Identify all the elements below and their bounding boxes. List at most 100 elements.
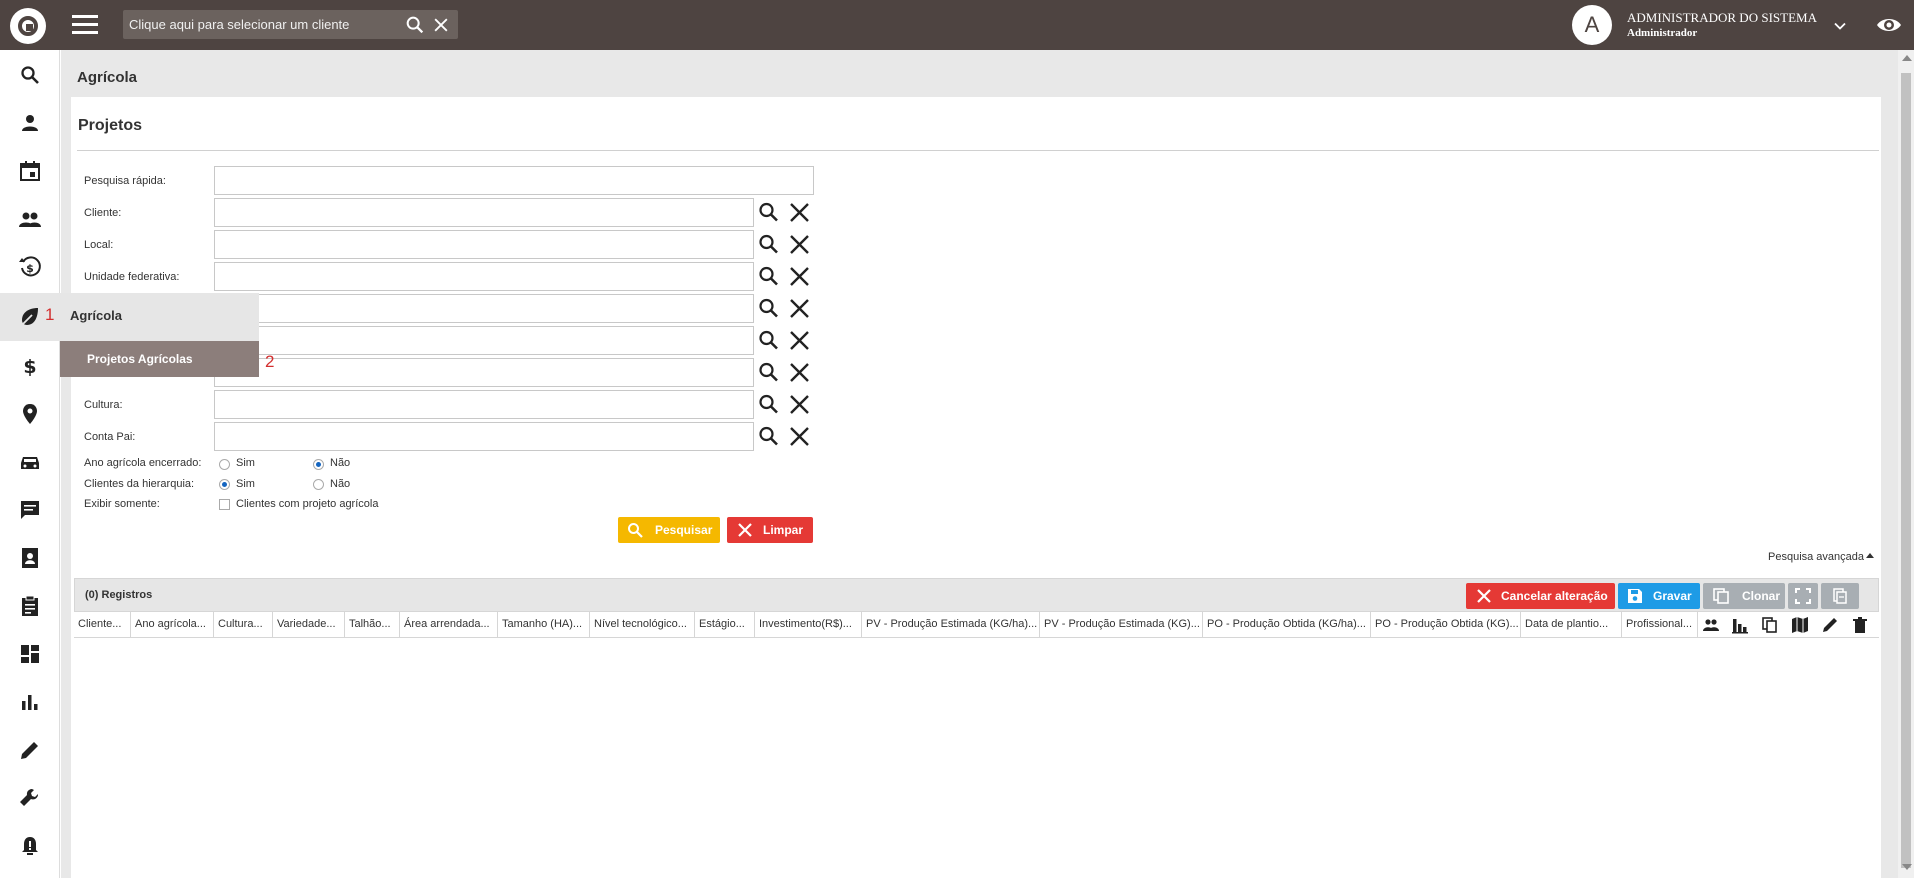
- close-icon: [790, 267, 809, 286]
- hierarquia-sim-radio[interactable]: [219, 479, 230, 490]
- history-dollar-icon[interactable]: $: [18, 255, 42, 279]
- conta-pai-input[interactable]: [214, 422, 754, 451]
- caret-up-icon[interactable]: [1866, 553, 1874, 558]
- column-header[interactable]: Investimento(R$)...: [755, 612, 862, 638]
- hierarquia-nao-radio[interactable]: [313, 479, 324, 490]
- pesquisar-button[interactable]: Pesquisar: [618, 517, 720, 543]
- uf-clear-button[interactable]: [785, 262, 814, 291]
- close-icon: [790, 203, 809, 222]
- local-input[interactable]: [214, 230, 754, 259]
- column-header[interactable]: Profissional...: [1622, 612, 1698, 638]
- bar-chart-icon[interactable]: [1731, 616, 1749, 634]
- column-header[interactable]: PV - Produção Estimada (KG)...: [1040, 612, 1203, 638]
- uf-search-button[interactable]: [754, 262, 783, 291]
- column-header[interactable]: PO - Produção Obtida (KG)...: [1371, 612, 1521, 638]
- avatar[interactable]: A: [1572, 5, 1612, 45]
- conta-pai-label: Conta Pai:: [84, 431, 136, 443]
- limpar-button[interactable]: Limpar: [727, 517, 813, 543]
- dollar-icon[interactable]: $: [18, 354, 42, 378]
- column-header[interactable]: PV - Produção Estimada (KG/ha)...: [862, 612, 1040, 638]
- hamburger-menu-icon[interactable]: [72, 15, 98, 35]
- uf-input[interactable]: [214, 262, 754, 291]
- top-bar: Clique aqui para selecionar um cliente A…: [0, 0, 1914, 50]
- cliente-input[interactable]: [214, 198, 754, 227]
- cultura-clear-button[interactable]: [785, 390, 814, 419]
- person-icon[interactable]: [18, 111, 42, 135]
- bar-chart-icon[interactable]: [18, 690, 42, 714]
- cliente-clear-button[interactable]: [785, 198, 814, 227]
- scrollbar-thumb[interactable]: [1901, 73, 1911, 868]
- ano-agricola-input[interactable]: [214, 358, 754, 387]
- field-5-search-button[interactable]: [754, 326, 783, 355]
- column-header[interactable]: PO - Produção Obtida (KG/ha)...: [1203, 612, 1371, 638]
- clientes-projeto-checkbox[interactable]: [219, 499, 230, 510]
- scroll-up-icon[interactable]: [1902, 55, 1912, 61]
- advanced-search-link[interactable]: Pesquisa avançada: [1768, 551, 1864, 563]
- chevron-down-icon[interactable]: [1830, 16, 1850, 36]
- conta-pai-clear-button[interactable]: [785, 422, 814, 451]
- search-icon[interactable]: [404, 14, 426, 36]
- column-header[interactable]: Data de plantio...: [1521, 612, 1622, 638]
- car-icon[interactable]: [18, 450, 42, 474]
- location-pin-icon[interactable]: [18, 402, 42, 426]
- map-icon[interactable]: [1791, 616, 1809, 634]
- menu-flyout-agricola[interactable]: 1 Agrícola: [0, 293, 259, 341]
- local-search-button[interactable]: [754, 230, 783, 259]
- export-button[interactable]: [1821, 583, 1859, 609]
- menu-item-projetos-agricolas-label: Projetos Agrícolas: [87, 352, 193, 366]
- cultura-search-button[interactable]: [754, 390, 783, 419]
- ano-encerrado-nao-radio[interactable]: [313, 459, 324, 470]
- dashboard-icon[interactable]: [18, 642, 42, 666]
- field-4-clear-button[interactable]: [785, 294, 814, 323]
- people-icon[interactable]: [1702, 616, 1720, 634]
- save-button[interactable]: Gravar: [1618, 583, 1700, 609]
- field-5-clear-button[interactable]: [785, 326, 814, 355]
- sidebar: $ $: [0, 50, 60, 878]
- alarm-icon[interactable]: [18, 834, 42, 858]
- field-4-search-button[interactable]: [754, 294, 783, 323]
- contact-book-icon[interactable]: [18, 546, 42, 570]
- quick-search-input[interactable]: [214, 166, 814, 195]
- wrench-icon[interactable]: [18, 786, 42, 810]
- client-search-field[interactable]: Clique aqui para selecionar um cliente: [123, 10, 458, 39]
- search-icon[interactable]: [18, 63, 42, 87]
- local-clear-button[interactable]: [785, 230, 814, 259]
- column-header[interactable]: Nível tecnológico...: [590, 612, 695, 638]
- field-5-input[interactable]: [214, 326, 754, 355]
- column-header[interactable]: Ano agrícola...: [131, 612, 214, 638]
- fullscreen-button[interactable]: [1788, 583, 1818, 609]
- column-header[interactable]: Área arrendada...: [400, 612, 498, 638]
- user-name[interactable]: ADMINISTRADOR DO SISTEMA: [1627, 10, 1817, 26]
- app-logo[interactable]: [10, 8, 46, 44]
- column-header[interactable]: Variedade...: [273, 612, 345, 638]
- people-icon[interactable]: [18, 207, 42, 231]
- user-role: Administrador: [1627, 27, 1698, 39]
- cliente-search-button[interactable]: [754, 198, 783, 227]
- edit-icon[interactable]: [1821, 616, 1839, 634]
- eye-icon[interactable]: [1876, 14, 1902, 36]
- clipboard-icon[interactable]: [18, 594, 42, 618]
- column-header[interactable]: Estágio...: [695, 612, 755, 638]
- ano-encerrado-sim-radio[interactable]: [219, 459, 230, 470]
- scroll-down-icon[interactable]: [1902, 864, 1912, 870]
- trash-icon[interactable]: [1851, 616, 1869, 634]
- copy-icon[interactable]: [1761, 616, 1779, 634]
- cultura-input[interactable]: [214, 390, 754, 419]
- client-search-placeholder: Clique aqui para selecionar um cliente: [129, 17, 350, 32]
- conta-pai-search-button[interactable]: [754, 422, 783, 451]
- uf-label: Unidade federativa:: [84, 271, 180, 283]
- chat-icon[interactable]: [18, 498, 42, 522]
- menu-item-projetos-agricolas[interactable]: Projetos Agrícolas: [60, 341, 259, 377]
- column-header[interactable]: Cultura...: [214, 612, 273, 638]
- pencil-icon[interactable]: [18, 738, 42, 762]
- field-4-input[interactable]: [214, 294, 754, 323]
- ano-agricola-search-button[interactable]: [754, 358, 783, 387]
- calendar-icon[interactable]: [18, 159, 42, 183]
- clone-button[interactable]: Clonar: [1703, 583, 1785, 609]
- column-header[interactable]: Cliente...: [74, 612, 131, 638]
- column-header[interactable]: Tamanho (HA)...: [498, 612, 590, 638]
- clear-icon[interactable]: [431, 15, 451, 35]
- cancel-changes-button[interactable]: Cancelar alteração: [1466, 583, 1615, 609]
- ano-agricola-clear-button[interactable]: [785, 358, 814, 387]
- column-header[interactable]: Talhão...: [345, 612, 400, 638]
